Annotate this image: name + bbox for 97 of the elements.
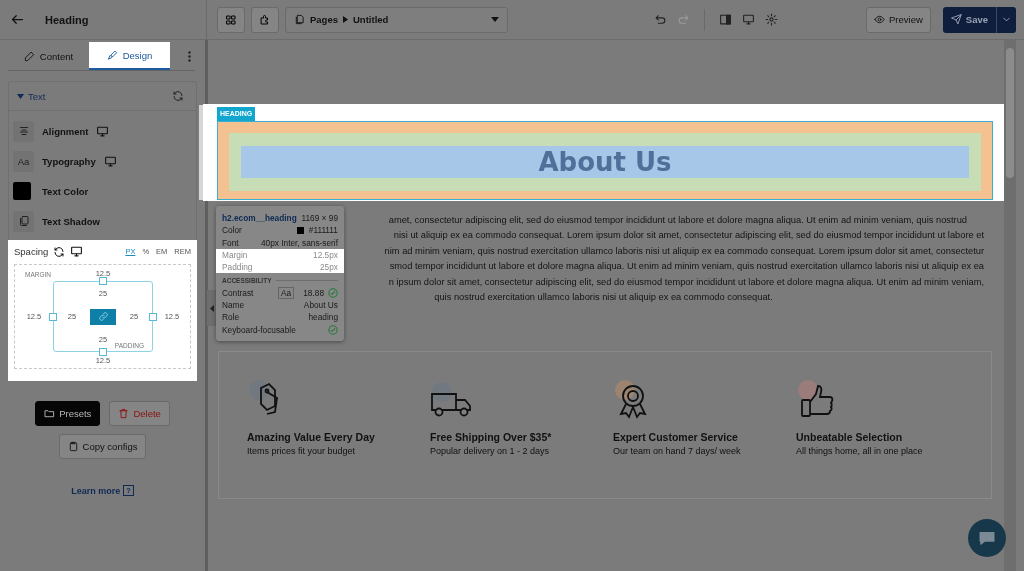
- color-swatch[interactable]: [13, 182, 31, 200]
- property-value: heading: [308, 312, 338, 323]
- desktop-icon: [70, 245, 84, 258]
- element-size: 1169 × 99: [301, 213, 338, 224]
- resize-handle[interactable]: [99, 277, 107, 285]
- contrast-sample: Aa: [278, 286, 295, 299]
- settings-icon: [765, 13, 778, 26]
- property-value: #111111: [308, 225, 338, 236]
- property-label: Font: [222, 237, 239, 248]
- pencil-icon: [23, 50, 35, 62]
- send-icon: [950, 14, 962, 25]
- scrollbar-thumb[interactable]: [1006, 48, 1014, 178]
- paragraph-line: smod tempor incididunt ut labore et dolore magna aliqua. Ut enim ad minim veniam, quis nostrud exercitation ullamco laboris nisi ut aliquip ex ea: [389, 260, 984, 274]
- redo-icon: [677, 13, 690, 26]
- resize-handle[interactable]: [49, 312, 57, 321]
- desktop-icon: [742, 13, 755, 26]
- resize-handle[interactable]: [149, 312, 157, 321]
- grid-button[interactable]: [217, 6, 245, 33]
- clipboard-icon: [67, 441, 79, 452]
- plugin-button[interactable]: [251, 6, 279, 33]
- paragraph-line: quis nostrud exercitation ullamco laboris nisi ut aliquip ex ea commodo consequat.: [434, 291, 773, 305]
- setting-label[interactable]: Text Shadow: [42, 215, 100, 227]
- caret-icon: [209, 304, 214, 312]
- property-value: 18.88: [303, 287, 324, 298]
- section-title: Text: [28, 90, 46, 102]
- chevron-icon: [343, 16, 348, 23]
- scrollbar[interactable]: [1004, 40, 1016, 571]
- property-value: About Us: [303, 299, 338, 310]
- align-center-icon: [17, 125, 30, 137]
- property-label: Role: [222, 312, 240, 323]
- page-heading: About Us: [538, 147, 672, 177]
- save-menu-button[interactable]: [996, 6, 1016, 33]
- kebab-icon: [188, 50, 191, 62]
- save-button[interactable]: Save: [942, 6, 996, 33]
- feature-subtitle: Our team on hand 7 days/ week: [613, 446, 742, 457]
- presets-button[interactable]: Presets: [35, 401, 101, 426]
- setting-label[interactable]: Text Color: [42, 185, 89, 197]
- pages-dropdown[interactable]: Pages Untitled: [285, 6, 508, 33]
- chat-button[interactable]: [968, 519, 1006, 557]
- property-label: Contrast: [222, 287, 254, 298]
- refresh-icon: [172, 90, 184, 102]
- link-icon: [97, 311, 109, 322]
- property-label: Keyboard-focusable: [222, 324, 296, 335]
- property-label: Padding: [222, 262, 253, 273]
- setting-label[interactable]: Typography: [42, 155, 96, 167]
- element-selector: h2.ecom__heading: [222, 213, 297, 224]
- caret-icon: [491, 17, 499, 22]
- back-arrow-icon: [10, 12, 25, 27]
- tab[interactable]: Content: [8, 42, 89, 70]
- feature-subtitle: All things home, all in one place: [796, 446, 924, 457]
- paragraph-line: nisi ut aliquip ex ea commodo consequat. Lorem ipsum dolor sit amet, consectetur adipiscing elit, sed do eiusmod tempor incididunt ut labore et: [393, 229, 984, 243]
- setting-label[interactable]: Alignment: [42, 125, 89, 137]
- reset-button[interactable]: [170, 88, 186, 104]
- property-value: 25px: [320, 262, 338, 273]
- grid-icon: [225, 13, 237, 26]
- link-button[interactable]: [90, 308, 116, 325]
- tab[interactable]: Design: [89, 42, 170, 70]
- folder-icon: [44, 408, 56, 419]
- breadcrumb-item: Pages: [310, 14, 338, 25]
- eye-icon: [874, 14, 885, 25]
- feature-title: Unbeatable Selection: [796, 431, 904, 444]
- feature-subtitle: Items prices fit your budget: [247, 446, 357, 457]
- breadcrumb-item: Untitled: [353, 14, 389, 25]
- copy-configs-button[interactable]: Copy configs: [58, 434, 147, 459]
- preview-button[interactable]: Preview: [866, 6, 931, 33]
- file-icon: [294, 14, 305, 25]
- settings-button[interactable]: [763, 11, 780, 28]
- paragraph-line: nim ad minim veniam, quis nostrud exercitation ullamco laboris nisi ut aliquip ex ea commodo consequat. Lorem ipsum dolor sit amet, consectetur: [384, 244, 984, 258]
- feature-title: Amazing Value Every Day: [247, 431, 376, 444]
- panel-title: Heading: [45, 13, 89, 26]
- paragraph-line: n ipsum dolor sit amet, consectetur adipiscing elit, sed do eiusmod tempor incididunt ut labore et dolore magna aliqua. Ut enim ad minim veniam,: [388, 275, 984, 289]
- property-label: Name: [222, 299, 245, 310]
- undo-icon: [654, 13, 667, 26]
- refresh-icon: [53, 245, 66, 258]
- feature-subtitle: Popular delivery on 1 - 2 days: [430, 446, 551, 457]
- trash-icon: [118, 408, 130, 419]
- caret-icon[interactable]: [17, 93, 24, 99]
- sidebar-icon: [719, 13, 732, 26]
- feature-title: Expert Customer Service: [613, 431, 739, 444]
- color-swatch: [296, 226, 304, 234]
- collapse-handle[interactable]: [207, 290, 216, 326]
- property-value: 12.5px: [313, 250, 338, 261]
- desktop-icon: [96, 124, 110, 138]
- brush-icon: [106, 49, 118, 61]
- feature-title: Free Shipping Over $35*: [430, 431, 553, 444]
- property-label: Margin: [222, 250, 248, 261]
- desktop-icon: [103, 154, 117, 168]
- resize-handle[interactable]: [99, 348, 107, 356]
- paragraph-line: amet, consectetur adipiscing elit, sed do eiusmod tempor incididunt ut labore et dolore magna aliqua. Ut enim ad minim veniam, quis nostrud: [388, 214, 967, 227]
- puzzle-icon: [259, 13, 271, 26]
- chat-icon: [978, 529, 996, 547]
- property-value: 40px Inter, sans-serif: [261, 237, 338, 248]
- spacing-title: Spacing: [14, 246, 49, 257]
- scrollbar[interactable]: [199, 105, 203, 200]
- typography-icon: Aa: [13, 150, 34, 172]
- property-label: Color: [222, 225, 242, 236]
- copy-icon: [17, 215, 30, 227]
